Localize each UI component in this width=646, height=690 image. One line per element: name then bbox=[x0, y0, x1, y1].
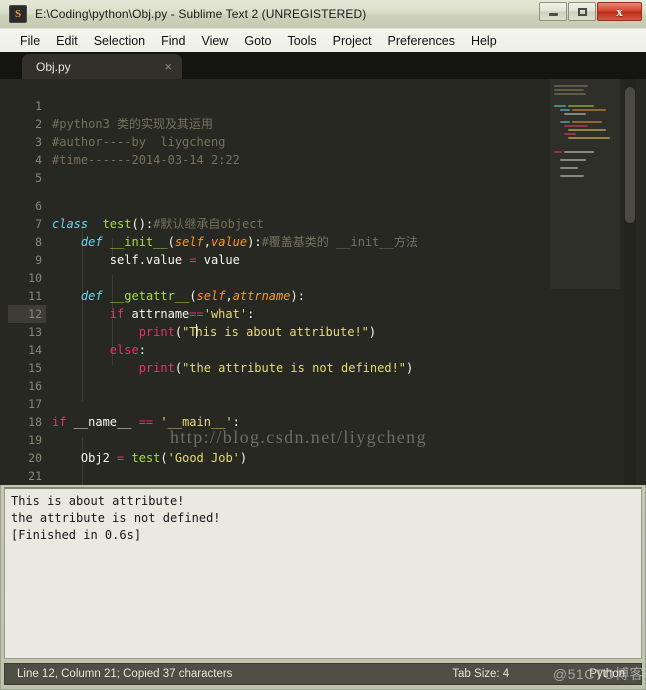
minimap-line bbox=[554, 89, 584, 91]
code-line: 19 Obj2 = test('Good Job') bbox=[0, 413, 560, 465]
minimize-icon bbox=[548, 13, 558, 16]
minimap-line bbox=[554, 93, 586, 95]
code-line: 8 self.value = value bbox=[0, 215, 560, 267]
editor-scrollbar[interactable] bbox=[624, 79, 636, 485]
code-line: 18 bbox=[0, 395, 560, 429]
minimap-line bbox=[564, 151, 594, 153]
code-line: 6 class test():#默认继承自object bbox=[0, 179, 560, 231]
code-line: 1 #python3 类的实现及其运用 bbox=[0, 79, 560, 131]
menu-item-tools[interactable]: Tools bbox=[279, 32, 324, 50]
minimap-line bbox=[564, 133, 576, 135]
minimap-line bbox=[564, 125, 588, 127]
menu-item-project[interactable]: Project bbox=[325, 32, 380, 50]
code-line: 3 #time------2014-03-14 2:22 bbox=[0, 115, 560, 167]
code-line: 17 if __name__ == '__main__': bbox=[0, 377, 560, 429]
code-lines[interactable]: 1 #python3 类的实现及其运用 2 #author----by liyg… bbox=[0, 79, 560, 485]
code-line: 7 def __init__(self,value):#覆盖基类的 __init… bbox=[0, 197, 560, 249]
code-line-current: 12 print("This is about attribute!") bbox=[0, 287, 560, 339]
menu-item-edit[interactable]: Edit bbox=[48, 32, 86, 50]
code-line: 4 bbox=[0, 133, 560, 167]
menu-item-preferences[interactable]: Preferences bbox=[380, 32, 463, 50]
window-controls: x bbox=[539, 2, 642, 21]
minimap[interactable] bbox=[550, 79, 620, 485]
status-language[interactable]: Python bbox=[589, 668, 625, 680]
editor-scrollbar-thumb[interactable] bbox=[625, 87, 635, 223]
code-line: 22 bbox=[0, 467, 560, 485]
minimap-line bbox=[572, 121, 602, 123]
menu-item-find[interactable]: Find bbox=[153, 32, 193, 50]
code-line: 15 bbox=[0, 341, 560, 375]
close-icon[interactable]: × bbox=[164, 60, 172, 73]
window-title: E:\Coding\python\Obj.py - Sublime Text 2… bbox=[35, 7, 367, 21]
close-button[interactable]: x bbox=[597, 2, 642, 21]
menu-bar: File Edit Selection Find View Goto Tools… bbox=[0, 28, 646, 52]
tab-obj-py[interactable]: Obj.py × bbox=[22, 54, 182, 79]
minimap-line bbox=[554, 105, 566, 107]
code-pane[interactable]: 1 #python3 类的实现及其运用 2 #author----by liyg… bbox=[0, 79, 646, 485]
menu-item-view[interactable]: View bbox=[193, 32, 236, 50]
minimap-line bbox=[560, 109, 570, 111]
app-icon-letter: S bbox=[14, 7, 22, 20]
sublime-text-window: S E:\Coding\python\Obj.py - Sublime Text… bbox=[0, 0, 646, 690]
minimap-line bbox=[554, 85, 588, 87]
maximize-button[interactable] bbox=[568, 2, 596, 21]
tab-strip: Obj.py × bbox=[0, 52, 646, 79]
minimap-line bbox=[560, 121, 570, 123]
status-message: Line 12, Column 21; Copied 37 characters bbox=[17, 668, 233, 680]
minimap-line bbox=[568, 129, 606, 131]
minimize-button[interactable] bbox=[539, 2, 567, 21]
code-line: 11 if attrname=='what': bbox=[0, 269, 560, 321]
title-bar: S E:\Coding\python\Obj.py - Sublime Text… bbox=[0, 0, 646, 28]
minimap-line bbox=[572, 109, 606, 111]
menu-item-selection[interactable]: Selection bbox=[86, 32, 153, 50]
sublime-app-icon: S bbox=[9, 5, 27, 23]
close-icon: x bbox=[616, 4, 623, 19]
tab-label: Obj.py bbox=[36, 59, 71, 74]
minimap-line bbox=[568, 137, 610, 139]
code-line: 13 else: bbox=[0, 305, 560, 357]
minimap-line bbox=[564, 113, 586, 115]
build-output-panel[interactable]: This is about attribute! the attribute i… bbox=[4, 487, 642, 659]
minimap-line bbox=[560, 175, 584, 177]
code-line: 2 #author----by liygcheng bbox=[0, 97, 560, 149]
minimap-line bbox=[554, 151, 562, 153]
menu-item-goto[interactable]: Goto bbox=[236, 32, 279, 50]
output-line: the attribute is not defined! bbox=[11, 511, 221, 525]
editor-region: Obj.py × 1 #python3 类的实现及其运用 2 #author--… bbox=[0, 52, 646, 485]
code-line: 10 def __getattr__(self,attrname): bbox=[0, 251, 560, 303]
menu-item-help[interactable]: Help bbox=[463, 32, 505, 50]
code-line: 20 bbox=[0, 431, 560, 465]
status-tab-size[interactable]: Tab Size: 4 bbox=[452, 668, 509, 680]
minimap-line bbox=[560, 159, 586, 161]
code-line: 9 bbox=[0, 233, 560, 267]
menu-item-file[interactable]: File bbox=[12, 32, 48, 50]
maximize-icon bbox=[577, 7, 587, 16]
code-line: 21 Obj2.what bbox=[0, 449, 560, 483]
minimap-line bbox=[568, 105, 594, 107]
code-line: 16 bbox=[0, 359, 560, 393]
output-line: This is about attribute! bbox=[11, 494, 185, 508]
minimap-line bbox=[560, 167, 578, 169]
code-line: 5 bbox=[0, 151, 560, 185]
code-line: 14 print("the attribute is not defined!"… bbox=[0, 323, 560, 375]
output-line: [Finished in 0.6s] bbox=[11, 528, 142, 542]
status-bar: Line 12, Column 21; Copied 37 characters… bbox=[4, 663, 642, 685]
